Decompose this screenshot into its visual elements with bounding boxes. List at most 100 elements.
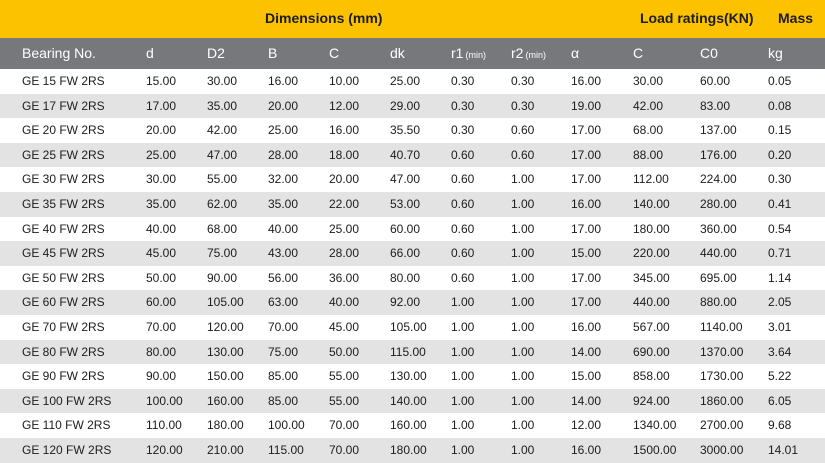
column-header-row: Bearing No. d D2 B Cdk r1 (min) r2 (min) α C C0 kg [0,38,825,69]
cell-r1: 0.60 [451,196,475,211]
cell-c0-static: 880.00 [700,295,737,310]
cell-b: 25.00 [268,123,299,138]
cell-c: 45.00 [329,319,360,334]
cell-d: 100.00 [146,393,183,408]
cell-mass-kg: 0.05 [768,74,792,88]
column-header-label: B [268,45,278,61]
cell-d: 90.00 [146,369,177,384]
cell-bearing-no: GE 35 FW 2RS [22,196,105,211]
cell-alpha: 19.00 [571,98,602,113]
column-header-c0-static: C0 [700,45,718,61]
cell-c-dynamic: 88.00 [633,147,664,162]
cell-dk: 40.70 [390,147,421,162]
cell-c0-static: 224.00 [700,172,737,187]
cell-alpha: 17.00 [571,295,602,310]
cell-b: 115.00 [268,442,304,457]
cell-alpha: 16.00 [571,196,602,211]
cell-bearing-no: GE 60 FW 2RS [22,295,105,310]
cell-c-dynamic: 68.00 [633,123,664,138]
cell-r2: 1.00 [511,442,535,457]
cell-dk: 92.00 [390,295,421,310]
cell-r1: 0.30 [451,123,475,138]
cell-alpha: 17.00 [571,147,602,162]
cell-c: 12.00 [329,98,360,113]
cell-c0-static: 695.00 [700,270,737,285]
column-header-b: B [268,45,277,61]
column-header-c: C [329,45,339,61]
cell-d2: 150.00 [207,369,244,384]
cell-c-dynamic: 140.00 [633,196,670,211]
column-header-bearing-no: Bearing No. [22,45,96,61]
cell-b: 85.00 [268,369,299,384]
table-row: GE 30 FW 2RS 30.00 55.00 32.00 20.00 47.00 0.6… [0,167,825,192]
cell-c0-static: 60.00 [700,74,731,88]
cell-c: 28.00 [329,246,360,261]
table-row: GE 80 FW 2RS 80.00 130.00 75.00 50.00 115.00 1… [0,339,825,365]
cell-mass-kg: 2.05 [768,295,792,310]
cell-dk: 60.00 [390,221,421,236]
cell-r2: 1.00 [511,196,535,211]
table-row: GE 110 FW 2RS 110.00 180.00 100.00 70.00 160.… [0,413,825,438]
cell-b: 28.00 [268,147,299,162]
mass-group-title: Mass [778,10,814,26]
cell-b: 16.00 [268,74,299,88]
cell-c: 40.00 [329,295,360,310]
cell-c: 18.00 [329,147,360,162]
cell-c0-static: 360.00 [700,221,737,236]
cell-d: 25.00 [146,147,177,162]
cell-dk: 130.00 [390,369,427,384]
cell-d: 30.00 [146,172,177,187]
cell-d: 20.00 [146,123,177,138]
cell-b: 85.00 [268,393,299,408]
cell-alpha: 17.00 [571,270,602,285]
cell-c: 36.00 [329,270,360,285]
cell-bearing-no: GE 30 FW 2RS [22,172,105,187]
cell-bearing-no: GE 15 FW 2RS [22,74,105,88]
cell-c0-static: 2700.00 [700,418,744,433]
cell-r1: 1.00 [451,442,475,457]
cell-d2: 68.00 [207,221,238,236]
cell-b: 100.00 [268,418,305,433]
cell-b: 32.00 [268,172,299,187]
cell-r2: 1.00 [511,221,535,236]
cell-alpha: 15.00 [571,246,602,261]
column-header-alpha: α [571,45,579,61]
cell-alpha: 14.00 [571,344,602,359]
cell-r2: 1.00 [511,172,535,187]
table-row: GE 40 FW 2RS 40.00 68.00 40.00 25.00 60.00 0.6… [0,217,825,242]
cell-c0-static: 280.00 [700,196,737,211]
cell-d2: 62.00 [207,196,238,211]
table-row: GE 50 FW 2RS 50.00 90.00 56.00 36.00 80.00 0.6… [0,266,825,291]
cell-c0-static: 1860.00 [700,393,744,408]
cell-d2: 90.00 [207,270,238,285]
column-header-d: d [146,45,154,61]
cell-d: 45.00 [146,246,177,261]
cell-d: 60.00 [146,295,177,310]
cell-c0-static: 440.00 [700,246,737,261]
cell-d: 35.00 [146,196,177,211]
cell-mass-kg: 6.05 [768,393,792,408]
cell-r2: 0.60 [511,123,535,138]
table-row: GE 120 FW 2RS 120.00 210.00 115.00 70.00 180.… [0,437,825,463]
cell-bearing-no: GE 17 FW 2RS [22,98,105,113]
cell-c0-static: 137.00 [700,123,737,138]
cell-dk: 160.00 [390,418,427,433]
bearing-spec-table: Dimensions (mm) Load ratings(KN) Mass Be… [0,0,825,463]
cell-mass-kg: 3.64 [768,344,792,359]
cell-mass-kg: 0.71 [768,246,792,261]
cell-r1: 1.00 [451,369,475,384]
table-row: GE 17 FW 2RS 17.00 35.00 20.00 12.00 29.00 0.3… [0,93,825,119]
column-header-r1: r1 (min) [451,45,486,61]
cell-r1: 1.00 [451,418,475,433]
cell-dk: 66.00 [390,246,421,261]
column-header-label: C [329,45,340,61]
cell-c: 20.00 [329,172,360,187]
cell-bearing-no: GE 120 FW 2RS [22,442,112,457]
cell-c: 50.00 [329,344,360,359]
cell-bearing-no: GE 80 FW 2RS [22,344,105,359]
cell-alpha: 14.00 [571,393,602,408]
table-row: GE 90 FW 2RS 90.00 150.00 85.00 55.00 130.00 1… [0,364,825,389]
cell-b: 70.00 [268,319,299,334]
cell-mass-kg: 14.01 [768,442,799,457]
cell-d2: 130.00 [207,344,244,359]
